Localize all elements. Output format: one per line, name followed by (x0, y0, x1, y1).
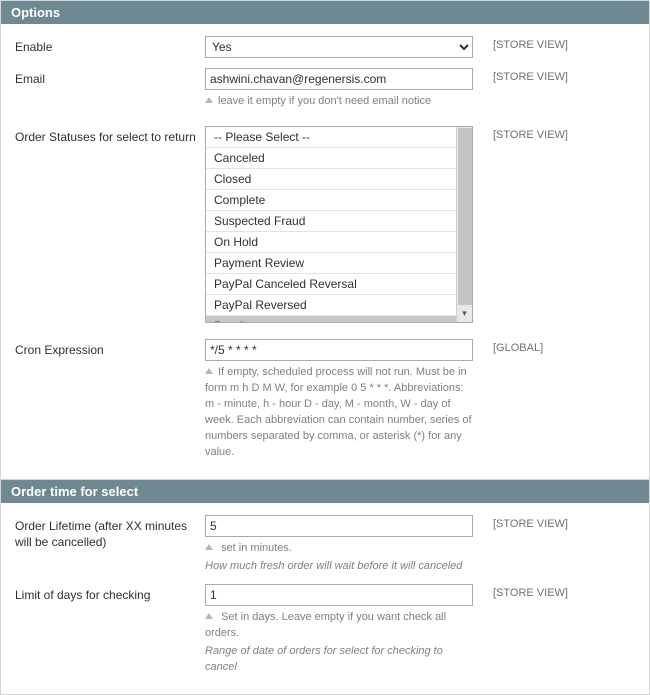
row-email: Email leave it empty if you don't need e… (15, 68, 635, 110)
scrollbar-thumb[interactable] (458, 128, 472, 305)
options-body: Enable Yes [STORE VIEW] Email leave it e… (1, 24, 649, 479)
hint-lifetime: set in minutes. How much fresh order wil… (205, 541, 475, 575)
scope-limit-days: [STORE VIEW] (475, 584, 585, 599)
chevron-down-icon[interactable]: ▾ (458, 307, 472, 321)
row-order-statuses: Order Statuses for select to return -- P… (15, 126, 635, 323)
hint-lifetime-text: set in minutes. (221, 542, 292, 554)
hint-lifetime-em: How much fresh order will wait before it… (205, 559, 475, 575)
options-panel: Options Enable Yes [STORE VIEW] Email le… (0, 0, 650, 480)
order-time-panel: Order time for select Order Lifetime (af… (0, 480, 650, 695)
list-item[interactable]: Complete (206, 190, 456, 211)
list-item[interactable]: Payment Review (206, 253, 456, 274)
list-item[interactable]: -- Please Select -- (206, 127, 456, 148)
hint-email: leave it empty if you don't need email n… (205, 94, 475, 110)
scope-lifetime: [STORE VIEW] (475, 515, 585, 530)
cron-field[interactable] (205, 339, 473, 361)
hint-limit-days-em: Range of date of orders for select for c… (205, 644, 475, 676)
scrollbar[interactable]: ▾ (456, 127, 472, 322)
scope-cron: [GLOBAL] (475, 339, 585, 354)
lifetime-field[interactable] (205, 515, 473, 537)
list-item[interactable]: PayPal Reversed (206, 295, 456, 316)
options-header: Options (1, 1, 649, 24)
label-email: Email (15, 68, 205, 87)
list-item[interactable]: Closed (206, 169, 456, 190)
order-time-header: Order time for select (1, 480, 649, 503)
label-enable: Enable (15, 36, 205, 55)
row-cron: Cron Expression If empty, scheduled proc… (15, 339, 635, 461)
limit-days-field[interactable] (205, 584, 473, 606)
list-item[interactable]: Pending (206, 316, 456, 322)
label-cron: Cron Expression (15, 339, 205, 358)
hint-limit-days: Set in days. Leave empty if you want che… (205, 610, 475, 676)
email-field[interactable] (205, 68, 473, 90)
row-lifetime: Order Lifetime (after XX minutes will be… (15, 515, 635, 575)
scope-enable: [STORE VIEW] (475, 36, 585, 51)
enable-select[interactable]: Yes (205, 36, 473, 58)
order-statuses-listbox[interactable]: -- Please Select -- Canceled Closed Comp… (205, 126, 473, 323)
label-order-statuses: Order Statuses for select to return (15, 126, 205, 145)
row-enable: Enable Yes [STORE VIEW] (15, 36, 635, 58)
row-limit-days: Limit of days for checking Set in days. … (15, 584, 635, 676)
label-lifetime: Order Lifetime (after XX minutes will be… (15, 515, 205, 550)
hint-cron: If empty, scheduled process will not run… (205, 365, 475, 461)
order-statuses-items: -- Please Select -- Canceled Closed Comp… (206, 127, 456, 322)
label-limit-days: Limit of days for checking (15, 584, 205, 603)
scope-email: [STORE VIEW] (475, 68, 585, 83)
list-item[interactable]: PayPal Canceled Reversal (206, 274, 456, 295)
list-item[interactable]: Canceled (206, 148, 456, 169)
list-item[interactable]: Suspected Fraud (206, 211, 456, 232)
scope-order-statuses: [STORE VIEW] (475, 126, 585, 141)
hint-limit-days-text: Set in days. Leave empty if you want che… (205, 611, 446, 639)
order-time-body: Order Lifetime (after XX minutes will be… (1, 503, 649, 695)
list-item[interactable]: On Hold (206, 232, 456, 253)
